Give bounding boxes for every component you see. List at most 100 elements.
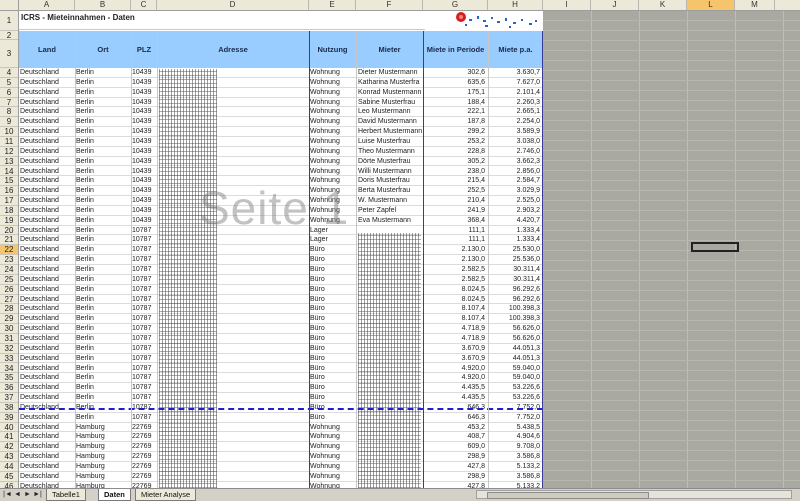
cell-mieter[interactable]: Herbert Mustermann [358, 127, 422, 136]
cell-mp[interactable]: 8.024,5 [424, 295, 485, 304]
cell-nutzung[interactable]: Wohnung [310, 423, 355, 432]
row-header-28[interactable]: 28 [0, 304, 18, 315]
cell-pa[interactable]: 2.260,3 [489, 98, 540, 107]
cell-nutzung[interactable]: Büro [310, 344, 355, 353]
cell-nutzung[interactable]: Wohnung [310, 127, 355, 136]
row-header-6[interactable]: 6 [0, 88, 18, 98]
cell-plz[interactable]: 22769 [132, 462, 156, 471]
row-header-9[interactable]: 9 [0, 117, 18, 128]
cell-mp[interactable]: 8.024,5 [424, 285, 485, 294]
cell-mieter[interactable]: W. Mustermann [358, 196, 422, 205]
row-header-24[interactable]: 24 [0, 265, 18, 275]
cell-land[interactable]: Deutschland [20, 206, 74, 215]
cell-nutzung[interactable]: Wohnung [310, 167, 355, 176]
table-row[interactable]: Deutschland Berlin 10439 Wohnung David Muste… [19, 117, 543, 128]
cell-pa[interactable]: 59.040,0 [489, 373, 540, 382]
cell-nutzung[interactable]: Büro [310, 304, 355, 313]
cell-nutzung[interactable]: Büro [310, 324, 355, 333]
sheet-tab-tabelle1[interactable]: Tabelle1 [46, 489, 86, 501]
row-header-33[interactable]: 33 [0, 354, 18, 364]
cell-nutzung[interactable]: Büro [310, 354, 355, 363]
cell-plz[interactable]: 10787 [132, 354, 156, 363]
table-row[interactable]: Deutschland Berlin 10439 Wohnung Herbert Mus… [19, 127, 543, 137]
cell-ort[interactable]: Berlin [76, 206, 130, 215]
cell-plz[interactable]: 22769 [132, 442, 156, 451]
row-header-15[interactable]: 15 [0, 176, 18, 187]
row-header-30[interactable]: 30 [0, 324, 18, 334]
cell-land[interactable]: Deutschland [20, 255, 74, 264]
cell-pa[interactable]: 53.226,6 [489, 393, 540, 402]
row-header-3[interactable]: 3 [0, 40, 18, 68]
cell-ort[interactable]: Berlin [76, 176, 130, 185]
cell-pa[interactable]: 2.856,0 [489, 167, 540, 176]
row-header-34[interactable]: 34 [0, 364, 18, 374]
cell-plz[interactable]: 10787 [132, 314, 156, 323]
column-header-g[interactable]: G [423, 0, 488, 10]
cell-plz[interactable]: 10439 [132, 147, 156, 156]
cell-plz[interactable]: 10787 [132, 334, 156, 343]
cell-land[interactable]: Deutschland [20, 324, 74, 333]
cell-mp[interactable]: 4.435,5 [424, 383, 485, 392]
cell-land[interactable]: Deutschland [20, 117, 74, 126]
cell-mp[interactable]: 302,6 [424, 68, 485, 77]
cell-mp[interactable]: 2.130,0 [424, 245, 485, 254]
row-header-12[interactable]: 12 [0, 147, 18, 157]
cell-nutzung[interactable]: Büro [310, 373, 355, 382]
cell-ort[interactable]: Berlin [76, 147, 130, 156]
cell-nutzung[interactable]: Wohnung [310, 432, 355, 441]
column-header-c[interactable]: C [131, 0, 157, 10]
cell-plz[interactable]: 22769 [132, 472, 156, 481]
cell-pa[interactable]: 2.746,0 [489, 147, 540, 156]
cell-land[interactable]: Deutschland [20, 472, 74, 481]
cell-land[interactable]: Deutschland [20, 413, 74, 422]
cell-mieter[interactable]: Eva Mustermann [358, 216, 422, 225]
cell-ort[interactable]: Berlin [76, 88, 130, 97]
cell-nutzung[interactable]: Büro [310, 265, 355, 274]
cell-plz[interactable]: 22769 [132, 452, 156, 461]
row-header-36[interactable]: 36 [0, 383, 18, 394]
cell-land[interactable]: Deutschland [20, 137, 74, 146]
cell-plz[interactable]: 10439 [132, 206, 156, 215]
cell-land[interactable]: Deutschland [20, 304, 74, 313]
cell-pa[interactable]: 5.133,2 [489, 462, 540, 471]
cell-pa[interactable]: 2.903,2 [489, 206, 540, 215]
cell-land[interactable]: Deutschland [20, 393, 74, 402]
cell-mieter[interactable]: Doris Musterfrau [358, 176, 422, 185]
cell-pa[interactable]: 1.333,4 [489, 235, 540, 244]
cell-land[interactable]: Deutschland [20, 98, 74, 107]
cell-pa[interactable]: 100.398,3 [489, 304, 540, 313]
table-row[interactable]: Deutschland Hamburg 22769 Wohnung 408,7 4.904… [19, 432, 543, 443]
cell-plz[interactable]: 10439 [132, 88, 156, 97]
cell-land[interactable]: Deutschland [20, 186, 74, 195]
cell-plz[interactable]: 10787 [132, 255, 156, 264]
last-sheet-button[interactable]: ►| [33, 490, 42, 499]
cell-mieter[interactable]: Sabine Musterfrau [358, 98, 422, 107]
cell-ort[interactable]: Berlin [76, 127, 130, 136]
cell-nutzung[interactable]: Büro [310, 334, 355, 343]
cell-land[interactable]: Deutschland [20, 147, 74, 156]
cell-pa[interactable]: 5.438,5 [489, 423, 540, 432]
table-row[interactable]: Deutschland Berlin 10787 Büro 4.920,0 59.040,… [19, 364, 543, 374]
cell-nutzung[interactable]: Büro [310, 314, 355, 323]
cell-plz[interactable]: 10787 [132, 324, 156, 333]
cell-mp[interactable]: 299,2 [424, 127, 485, 136]
cell-land[interactable]: Deutschland [20, 157, 74, 166]
row-header-39[interactable]: 39 [0, 413, 18, 423]
row-header-38[interactable]: 38 [0, 403, 18, 413]
column-header-h[interactable]: H [488, 0, 543, 10]
column-header-b[interactable]: B [75, 0, 131, 10]
scrollbar-thumb[interactable] [487, 492, 649, 499]
cell-mp[interactable]: 609,0 [424, 442, 485, 451]
cell-mieter[interactable]: Berta Musterfrau [358, 186, 422, 195]
cell-mp[interactable]: 635,6 [424, 78, 485, 87]
table-row[interactable]: Deutschland Berlin 10439 Wohnung Konrad Must… [19, 88, 543, 98]
cell-ort[interactable]: Hamburg [76, 472, 130, 481]
cell-mieter[interactable]: David Mustermann [358, 117, 422, 126]
cell-mp[interactable]: 222,1 [424, 107, 485, 116]
select-all-corner[interactable] [0, 0, 19, 10]
cell-pa[interactable]: 44.051,3 [489, 344, 540, 353]
table-row[interactable]: Deutschland Berlin 10439 Wohnung Sabine Must… [19, 98, 543, 108]
cell-mp[interactable]: 210,4 [424, 196, 485, 205]
row-header-35[interactable]: 35 [0, 373, 18, 384]
cell-pa[interactable]: 2.101,4 [489, 88, 540, 97]
